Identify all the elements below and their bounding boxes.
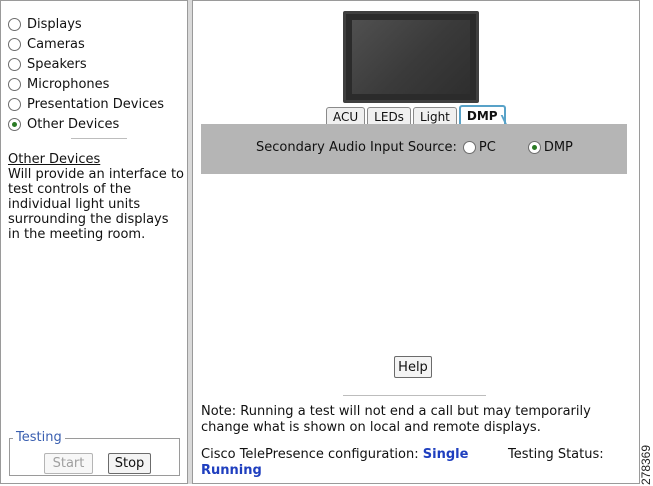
- radio-speakers[interactable]: Speakers: [8, 54, 164, 74]
- radio-button[interactable]: [8, 17, 21, 31]
- display-monitor-icon: [343, 11, 479, 103]
- device-tabs: ACU LEDs Light DMP: [326, 105, 508, 125]
- monitor-screen: [352, 20, 470, 94]
- radio-dmp[interactable]: [527, 141, 541, 154]
- radio-label: Cameras: [27, 36, 85, 52]
- tab-leds[interactable]: LEDs: [367, 107, 411, 125]
- note-text: Note: Running a test will not end a call…: [201, 404, 591, 435]
- config-label: Cisco TelePresence configuration:: [201, 447, 419, 462]
- help-button[interactable]: Help: [394, 356, 432, 378]
- radio-button[interactable]: [8, 97, 21, 111]
- radio-button-selected[interactable]: [8, 117, 21, 131]
- radio-pc[interactable]: [462, 141, 476, 154]
- dmp-settings-panel: Secondary Audio Input Source: PC DMP: [201, 124, 627, 174]
- radio-label: Presentation Devices: [27, 96, 165, 112]
- tab-light[interactable]: Light: [412, 107, 457, 125]
- radio-other-devices[interactable]: Other Devices: [8, 114, 164, 134]
- tab-dmp[interactable]: DMP: [458, 105, 506, 125]
- testing-legend: Testing: [13, 430, 65, 445]
- right-panel: ACU LEDs Light DMP Secondary Audio Input…: [193, 1, 639, 482]
- radio-displays[interactable]: Displays: [8, 14, 164, 34]
- radio-label: Microphones: [27, 76, 110, 92]
- radio-microphones[interactable]: Microphones: [8, 74, 164, 94]
- left-divider-line: [71, 138, 127, 139]
- device-radio-list: Displays Cameras Speakers Microphones Pr…: [8, 14, 164, 134]
- device-description: Other Devices Will provide an interface …: [8, 152, 184, 242]
- secondary-audio-label: Secondary Audio Input Source:: [256, 140, 457, 155]
- radio-button[interactable]: [8, 37, 21, 51]
- radio-label: Displays: [27, 16, 82, 32]
- secondary-audio-row: Secondary Audio Input Source: PC DMP: [256, 140, 573, 155]
- right-divider-line: [343, 395, 486, 396]
- testing-status-value: Running: [201, 463, 262, 478]
- config-value: Single: [422, 447, 469, 462]
- radio-presentation-devices[interactable]: Presentation Devices: [8, 94, 164, 114]
- config-status: Cisco TelePresence configuration: Single…: [201, 447, 637, 479]
- stop-button[interactable]: Stop: [108, 453, 151, 474]
- description-text: Will provide an interface to test contro…: [8, 167, 184, 242]
- description-title: Other Devices: [8, 152, 101, 167]
- testing-status-label: Testing Status:: [508, 447, 604, 462]
- radio-cameras[interactable]: Cameras: [8, 34, 164, 54]
- figure-number: 278369: [638, 444, 653, 486]
- tab-acu[interactable]: ACU: [326, 107, 366, 125]
- radio-label: Speakers: [27, 56, 87, 72]
- radio-button[interactable]: [8, 57, 21, 71]
- figure-number-text: 278369: [639, 444, 653, 486]
- start-button[interactable]: Start: [44, 453, 93, 474]
- radio-pc-label: PC: [478, 140, 496, 155]
- radio-dmp-label: DMP: [543, 140, 573, 155]
- radio-label: Other Devices: [27, 116, 120, 132]
- radio-button[interactable]: [8, 77, 21, 91]
- left-panel: Displays Cameras Speakers Microphones Pr…: [1, 1, 187, 482]
